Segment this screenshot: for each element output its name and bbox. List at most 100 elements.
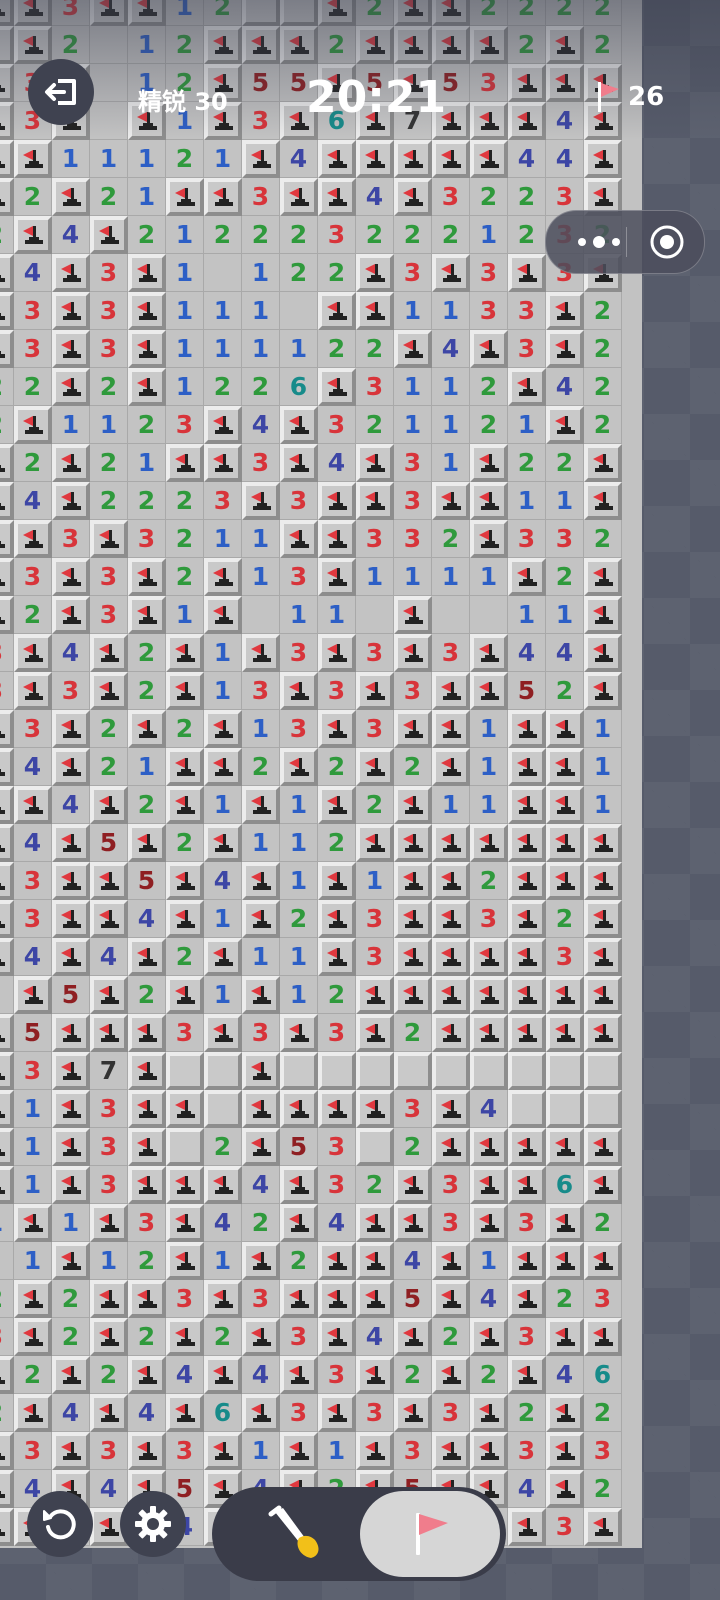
flagged-cell[interactable]	[14, 1394, 52, 1432]
flagged-cell[interactable]	[546, 976, 584, 1014]
number-cell[interactable]: 2	[356, 330, 394, 368]
number-cell[interactable]: 3	[14, 292, 52, 330]
flagged-cell[interactable]	[242, 1318, 280, 1356]
flagged-cell[interactable]	[356, 1356, 394, 1394]
flagged-cell[interactable]	[204, 1280, 242, 1318]
flagged-cell[interactable]	[204, 178, 242, 216]
flagged-cell[interactable]	[508, 1014, 546, 1052]
number-cell[interactable]: 2	[242, 368, 280, 406]
empty-cell[interactable]	[204, 254, 242, 292]
number-cell[interactable]: 5	[14, 1014, 52, 1052]
number-cell[interactable]: 2	[318, 330, 356, 368]
flagged-cell[interactable]	[242, 482, 280, 520]
number-cell[interactable]: 3	[318, 216, 356, 254]
number-cell[interactable]: 3	[0, 1318, 14, 1356]
number-cell[interactable]: 3	[356, 634, 394, 672]
number-cell[interactable]: 1	[204, 786, 242, 824]
number-cell[interactable]: 3	[318, 406, 356, 444]
number-cell[interactable]: 4	[204, 1204, 242, 1242]
number-cell[interactable]: 3	[318, 1166, 356, 1204]
number-cell[interactable]: 3	[356, 710, 394, 748]
number-cell[interactable]: 3	[394, 254, 432, 292]
flagged-cell[interactable]	[280, 748, 318, 786]
flagged-cell[interactable]	[584, 482, 622, 520]
flagged-cell[interactable]	[356, 292, 394, 330]
flagged-cell[interactable]	[356, 1242, 394, 1280]
number-cell[interactable]: 4	[14, 824, 52, 862]
number-cell[interactable]: 3	[280, 1394, 318, 1432]
number-cell[interactable]: 6	[546, 1166, 584, 1204]
flagged-cell[interactable]	[546, 862, 584, 900]
flagged-cell[interactable]	[356, 824, 394, 862]
flagged-cell[interactable]	[90, 1318, 128, 1356]
number-cell[interactable]: 2	[584, 1204, 622, 1242]
flagged-cell[interactable]	[356, 1280, 394, 1318]
empty-cell[interactable]	[0, 1242, 14, 1280]
flagged-cell[interactable]	[394, 596, 432, 634]
number-cell[interactable]: 3	[508, 1432, 546, 1470]
number-cell[interactable]: 2	[508, 216, 546, 254]
empty-cell[interactable]	[242, 596, 280, 634]
number-cell[interactable]: 1	[128, 178, 166, 216]
flagged-cell[interactable]	[52, 710, 90, 748]
number-cell[interactable]: 3	[280, 710, 318, 748]
flagged-cell[interactable]	[204, 444, 242, 482]
flagged-cell[interactable]	[90, 976, 128, 1014]
number-cell[interactable]: 3	[280, 1318, 318, 1356]
number-cell[interactable]: 2	[394, 1356, 432, 1394]
number-cell[interactable]: 1	[52, 1204, 90, 1242]
flagged-cell[interactable]	[0, 1470, 14, 1508]
number-cell[interactable]: 4	[204, 862, 242, 900]
number-cell[interactable]: 1	[470, 748, 508, 786]
flagged-cell[interactable]	[128, 1128, 166, 1166]
flagged-cell[interactable]	[166, 1394, 204, 1432]
number-cell[interactable]: 4	[52, 786, 90, 824]
flagged-cell[interactable]	[128, 1090, 166, 1128]
flagged-cell[interactable]	[0, 140, 14, 178]
number-cell[interactable]: 2	[356, 786, 394, 824]
flagged-cell[interactable]	[52, 900, 90, 938]
number-cell[interactable]: 2	[128, 216, 166, 254]
flagged-cell[interactable]	[508, 368, 546, 406]
number-cell[interactable]: 2	[166, 938, 204, 976]
number-cell[interactable]: 3	[546, 1508, 584, 1546]
flagged-cell[interactable]	[52, 482, 90, 520]
number-cell[interactable]: 1	[90, 140, 128, 178]
number-cell[interactable]: 3	[508, 330, 546, 368]
flagged-cell[interactable]	[52, 1356, 90, 1394]
flagged-cell[interactable]	[394, 140, 432, 178]
number-cell[interactable]: 2	[584, 1394, 622, 1432]
number-cell[interactable]: 1	[242, 938, 280, 976]
flagged-cell[interactable]	[14, 672, 52, 710]
flagged-cell[interactable]	[584, 672, 622, 710]
number-cell[interactable]: 3	[242, 672, 280, 710]
flagged-cell[interactable]	[242, 1052, 280, 1090]
number-cell[interactable]: 1	[508, 596, 546, 634]
flagged-cell[interactable]	[0, 596, 14, 634]
number-cell[interactable]: 1	[14, 1242, 52, 1280]
flagged-cell[interactable]	[128, 1166, 166, 1204]
empty-cell[interactable]	[356, 596, 394, 634]
number-cell[interactable]: 4	[356, 1318, 394, 1356]
empty-cell[interactable]	[470, 596, 508, 634]
flagged-cell[interactable]	[128, 824, 166, 862]
flagged-cell[interactable]	[508, 1508, 546, 1546]
number-cell[interactable]: 1	[546, 596, 584, 634]
flagged-cell[interactable]	[0, 1052, 14, 1090]
flagged-cell[interactable]	[14, 216, 52, 254]
number-cell[interactable]: 2	[52, 1280, 90, 1318]
flagged-cell[interactable]	[90, 1280, 128, 1318]
number-cell[interactable]: 4	[318, 444, 356, 482]
number-cell[interactable]: 2	[394, 216, 432, 254]
flagged-cell[interactable]	[90, 1014, 128, 1052]
flagged-cell[interactable]	[470, 330, 508, 368]
flagged-cell[interactable]	[318, 368, 356, 406]
flagged-cell[interactable]	[242, 634, 280, 672]
number-cell[interactable]: 4	[470, 1090, 508, 1128]
flagged-cell[interactable]	[52, 1090, 90, 1128]
flagged-cell[interactable]	[280, 1204, 318, 1242]
number-cell[interactable]: 4	[546, 140, 584, 178]
number-cell[interactable]: 4	[52, 216, 90, 254]
number-cell[interactable]: 4	[546, 634, 584, 672]
number-cell[interactable]: 4	[356, 178, 394, 216]
